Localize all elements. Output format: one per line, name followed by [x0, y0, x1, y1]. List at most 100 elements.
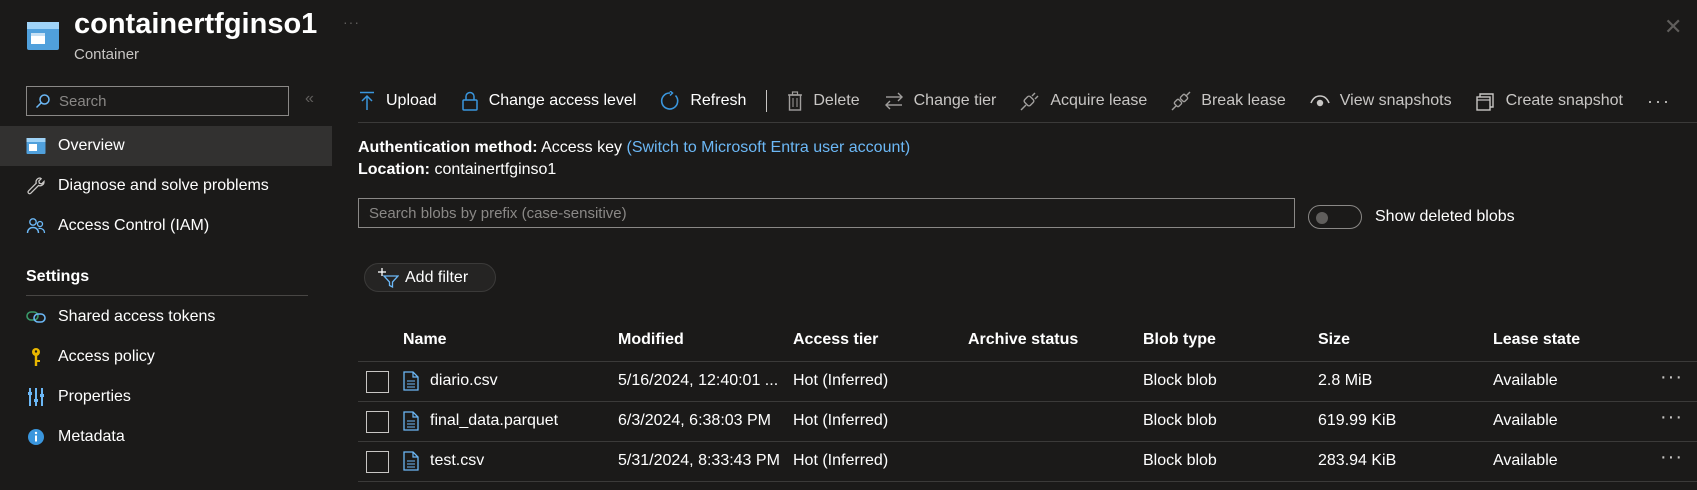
column-header-name[interactable]: Name — [403, 331, 447, 349]
blob-modified: 5/31/2024, 8:33:43 PM — [618, 452, 780, 469]
blob-size: 283.94 KiB — [1318, 452, 1397, 469]
table-row[interactable]: test.csv 5/31/2024, 8:33:43 PM Hot (Infe… — [358, 442, 1697, 482]
blob-name[interactable]: test.csv — [430, 452, 484, 470]
link-icon — [26, 307, 46, 327]
sidebar-item-label: Access policy — [58, 348, 155, 365]
toolbar-separator — [766, 90, 768, 112]
sidebar-item-sas[interactable]: Shared access tokens — [0, 297, 332, 337]
eye-icon — [1310, 95, 1330, 107]
column-header-blob-type[interactable]: Blob type — [1143, 331, 1216, 349]
view-snapshots-button[interactable]: View snapshots — [1310, 92, 1452, 110]
file-icon — [403, 371, 419, 391]
page-subtitle: Container — [74, 46, 140, 63]
blob-access-tier: Hot (Inferred) — [793, 412, 889, 429]
blob-access-tier: Hot (Inferred) — [793, 452, 889, 469]
people-icon — [26, 216, 46, 236]
row-checkbox[interactable] — [366, 451, 389, 473]
blob-type: Block blob — [1143, 452, 1217, 469]
column-header-modified[interactable]: Modified — [618, 331, 684, 349]
blob-access-tier: Hot (Inferred) — [793, 372, 889, 389]
auth-method-line: Authentication method: Access key (Switc… — [358, 139, 910, 157]
sidebar-item-label: Access Control (IAM) — [58, 217, 210, 234]
sidebar-item-label: Metadata — [58, 428, 125, 445]
location-line: Location: containertfginso1 — [358, 161, 556, 179]
toolbar-more-button[interactable]: ··· — [1647, 91, 1671, 112]
file-icon — [403, 411, 419, 431]
refresh-button[interactable]: Refresh — [660, 91, 746, 111]
container-icon — [26, 136, 46, 156]
change-access-level-button[interactable]: Change access level — [461, 91, 636, 111]
table-row[interactable]: diario.csv 5/16/2024, 12:40:01 ... Hot (… — [358, 362, 1697, 402]
sidebar-search-input[interactable] — [59, 92, 259, 110]
row-checkbox[interactable] — [366, 371, 389, 393]
auth-method-value: Access key — [541, 139, 623, 156]
upload-icon — [360, 91, 374, 110]
page-title: containertfginso1 — [74, 8, 318, 40]
collapse-sidebar-icon[interactable]: « — [305, 90, 314, 108]
column-header-access-tier[interactable]: Access tier — [793, 331, 878, 349]
blob-modified: 5/16/2024, 12:40:01 ... — [618, 372, 779, 389]
info-icon — [26, 427, 46, 447]
row-more-button[interactable]: ··· — [1660, 446, 1683, 469]
add-filter-button[interactable]: Add filter — [364, 263, 496, 292]
snapshot-icon — [1475, 93, 1494, 111]
location-label: Location: — [358, 161, 430, 178]
break-lease-button[interactable]: Break lease — [1171, 91, 1286, 111]
sidebar-item-properties[interactable]: Properties — [0, 377, 332, 417]
container-icon — [26, 20, 60, 52]
blob-modified: 6/3/2024, 6:38:03 PM — [618, 412, 771, 429]
trash-icon — [788, 91, 803, 111]
header-more-button[interactable]: ··· — [343, 14, 360, 30]
sidebar-item-diagnose[interactable]: Diagnose and solve problems — [0, 166, 332, 206]
upload-button[interactable]: Upload — [358, 91, 437, 111]
sidebar-search[interactable] — [26, 86, 289, 116]
blob-lease-state: Available — [1493, 452, 1558, 469]
column-header-lease-state[interactable]: Lease state — [1493, 331, 1580, 349]
blob-search[interactable] — [358, 198, 1295, 228]
sidebar-item-overview[interactable]: Overview — [0, 126, 332, 166]
blob-name[interactable]: final_data.parquet — [430, 412, 558, 430]
swap-arrows-icon — [884, 92, 903, 110]
blob-type: Block blob — [1143, 412, 1217, 429]
blob-type: Block blob — [1143, 372, 1217, 389]
blob-name[interactable]: diario.csv — [430, 372, 498, 390]
wrench-icon — [26, 176, 46, 196]
blob-lease-state: Available — [1493, 412, 1558, 429]
lock-icon — [461, 91, 478, 111]
broken-plug-icon — [1171, 91, 1191, 111]
delete-button[interactable]: Delete — [787, 91, 860, 111]
column-header-size[interactable]: Size — [1318, 331, 1350, 349]
show-deleted-toggle[interactable] — [1308, 205, 1362, 229]
column-header-archive-status[interactable]: Archive status — [968, 331, 1078, 349]
sidebar-item-label: Shared access tokens — [58, 308, 216, 325]
blob-size: 2.8 MiB — [1318, 372, 1373, 389]
blob-lease-state: Available — [1493, 372, 1558, 389]
sidebar-item-label: Diagnose and solve problems — [58, 177, 269, 194]
toolbar: Upload Change access level Refresh Delet… — [358, 82, 1671, 120]
blob-search-input[interactable] — [369, 204, 1294, 222]
blob-size: 619.99 KiB — [1318, 412, 1397, 429]
sidebar-item-label: Overview — [58, 137, 125, 154]
change-tier-button[interactable]: Change tier — [884, 92, 996, 110]
properties-icon — [26, 387, 46, 407]
create-snapshot-button[interactable]: Create snapshot — [1475, 91, 1623, 111]
refresh-icon — [661, 91, 679, 110]
auth-method-label: Authentication method: — [358, 139, 538, 156]
sidebar-item-iam[interactable]: Access Control (IAM) — [0, 206, 332, 246]
toggle-knob — [1316, 212, 1328, 224]
plug-icon — [1020, 92, 1039, 111]
row-more-button[interactable]: ··· — [1660, 366, 1683, 389]
row-checkbox[interactable] — [366, 411, 389, 433]
row-more-button[interactable]: ··· — [1660, 406, 1683, 429]
sidebar-item-access-policy[interactable]: Access policy — [0, 337, 332, 377]
acquire-lease-button[interactable]: Acquire lease — [1020, 91, 1147, 111]
divider — [26, 295, 308, 296]
switch-auth-link[interactable]: (Switch to Microsoft Entra user account) — [626, 139, 910, 156]
sidebar-item-metadata[interactable]: Metadata — [0, 417, 332, 457]
sidebar-item-label: Properties — [58, 388, 131, 405]
close-icon[interactable]: ✕ — [1664, 14, 1682, 40]
toolbar-divider — [358, 122, 1697, 123]
show-deleted-label: Show deleted blobs — [1375, 208, 1515, 225]
filter-add-icon — [378, 267, 399, 288]
table-row[interactable]: final_data.parquet 6/3/2024, 6:38:03 PM … — [358, 402, 1697, 442]
